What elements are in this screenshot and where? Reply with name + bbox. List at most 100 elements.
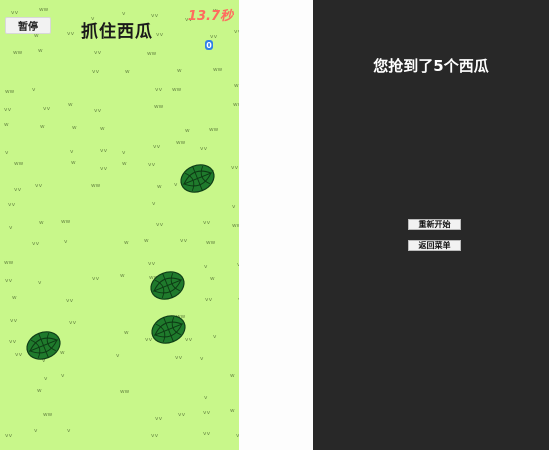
grass-tuft: ʷ (68, 102, 73, 112)
grass-tuft: ʷ (125, 69, 130, 79)
grass-tuft: ʷʷ (120, 389, 130, 399)
grass-tuft: ᵥᵥ (94, 47, 102, 57)
grass-tuft: ᵥᵥ (153, 141, 161, 151)
back-to-menu-button[interactable]: 返回菜单 (408, 240, 461, 251)
grass-tuft: ʷ (120, 273, 125, 283)
grass-tuft: ᵥ (64, 236, 68, 246)
grass-tuft: ʷ (12, 295, 17, 305)
grass-tuft: ʷ (37, 388, 42, 398)
grass-tuft: ᵥ (174, 179, 178, 189)
divider-gap (239, 0, 313, 450)
grass-tuft: ᵥ (213, 331, 217, 341)
grass-tuft: ʷ (40, 124, 45, 134)
grass-tuft: ᵥᵥ (151, 430, 159, 440)
grass-tuft: ʷ (122, 161, 127, 171)
restart-button[interactable]: 重新开始 (408, 219, 461, 230)
grass-tuft: ᵥᵥ (8, 199, 16, 209)
grass-tuft: ᵥᵥ (69, 317, 77, 327)
grass-tuft: ᵥᵥ (203, 407, 211, 417)
game-title: 抓住西瓜 (81, 22, 153, 42)
grass-tuft: ʷʷ (232, 223, 239, 233)
grass-tuft: ᵥᵥ (175, 352, 183, 362)
grass-tuft: ʷ (124, 330, 129, 340)
grass-tuft: ᵥᵥ (5, 430, 13, 440)
grass-tuft: ᵥᵥ (11, 7, 19, 17)
grass-tuft: ʷʷ (176, 140, 186, 150)
grass-tuft: ᵥᵥ (231, 162, 239, 172)
grass-tuft: ʷʷ (172, 87, 182, 97)
grass-tuft: ᵥ (152, 198, 156, 208)
game-panel: ᵥᵥʷʷᵥᵥᵥᵥᵥᵥʷʷᵥᵥʷʷᵥᵥᵥᵥᵥᵥʷʷʷᵥᵥʷʷᵥᵥʷʷʷʷʷʷᵥᵥᵥ… (0, 0, 239, 450)
grass-tuft: ʷ (230, 373, 235, 383)
pause-button[interactable]: 暂停 (5, 17, 51, 34)
grass-tuft: ᵥ (32, 84, 36, 94)
grass-tuft: ᵥᵥ (92, 273, 100, 283)
grass-tuft: ᵥᵥ (156, 219, 164, 229)
grass-tuft: ʷ (34, 33, 39, 43)
grass-tuft: ᵥᵥ (203, 217, 211, 227)
grass-tuft: ʷʷ (154, 104, 164, 114)
grass-tuft: ʷʷ (39, 7, 49, 17)
timer-display: 13.7秒 (187, 9, 233, 24)
grass-tuft: ᵥᵥ (178, 409, 186, 419)
grass-tuft: ʷ (100, 126, 105, 136)
grass-tuft: ᵥᵥ (155, 413, 163, 423)
grass-tuft: ᵥ (232, 201, 236, 211)
watermelon-icon[interactable] (25, 330, 62, 361)
grass-tuft: ᵥᵥ (94, 105, 102, 115)
grass-tuft: ᵥᵥ (92, 66, 100, 76)
grass-tuft: ᵥᵥ (200, 143, 208, 153)
watermelon-icon[interactable] (150, 314, 187, 345)
grass-tuft: ʷʷ (14, 161, 24, 171)
grass-tuft: ᵥ (200, 353, 204, 363)
grass-tuft: ʷ (177, 68, 182, 78)
grass-tuft: ᵥᵥ (5, 275, 13, 285)
grass-tuft: ᵥᵥ (4, 104, 12, 114)
grass-tuft: ᵥ (38, 277, 42, 287)
grass-tuft: ᵥ (9, 222, 13, 232)
grass-tuft: ʷ (230, 408, 235, 418)
grass-tuft: ᵥᵥ (66, 295, 74, 305)
grass-tuft: ᵥᵥ (15, 349, 23, 359)
grass-tuft: ᵥᵥ (35, 180, 43, 190)
grass-tuft: ʷʷ (4, 260, 14, 270)
grass-tuft: ʷʷ (61, 219, 71, 229)
grass-tuft: ʷʷ (206, 240, 216, 250)
grass-tuft: ᵥᵥ (9, 336, 17, 346)
grass-tuft: ʷ (38, 48, 43, 58)
grass-tuft: ʷ (210, 276, 215, 286)
grass-tuft: ᵥᵥ (148, 258, 156, 268)
grass-tuft: ᵥᵥ (32, 238, 40, 248)
watermelon-icon[interactable] (149, 270, 186, 301)
grass-tuft: ᵥᵥ (100, 145, 108, 155)
score-badge: 0 (205, 40, 213, 50)
grass-tuft: ʷʷ (43, 412, 53, 422)
grass-tuft: ʷʷ (5, 89, 15, 99)
grass-tuft: ᵥᵥ (100, 163, 108, 173)
grass-tuft: ᵥᵥ (10, 315, 18, 325)
grass-tuft: ᵥ (34, 425, 38, 435)
grass-tuft: ʷ (144, 238, 149, 248)
grass-tuft: ʷ (72, 125, 77, 135)
grass-tuft: ʷʷ (209, 127, 219, 137)
watermelon-icon[interactable] (179, 163, 216, 194)
grass-tuft: ᵥᵥ (203, 428, 211, 438)
grass-tuft: ʷʷ (213, 67, 223, 77)
grass-tuft: ᵥ (5, 147, 9, 157)
grass-tuft: ʷ (39, 220, 44, 230)
result-message: 您抢到了5个西瓜 (373, 57, 489, 75)
grass-tuft: ʷ (4, 122, 9, 132)
grass-tuft: ᵥᵥ (67, 28, 75, 38)
grass-tuft: ᵥ (204, 392, 208, 402)
grass-tuft: ʷ (157, 184, 162, 194)
grass-tuft: ᵥ (44, 373, 48, 383)
grass-tuft: ᵥᵥ (155, 84, 163, 94)
grass-tuft: ʷʷ (147, 51, 157, 61)
grass-tuft: ʷʷ (91, 183, 101, 193)
grass-tuft: ᵥᵥ (14, 184, 22, 194)
grass-tuft: ᵥᵥ (148, 159, 156, 169)
grass-tuft: ʷ (185, 128, 190, 138)
grass-tuft: ʷ (71, 160, 76, 170)
grass-tuft: ᵥ (67, 425, 71, 435)
grass-tuft: ᵥ (122, 147, 126, 157)
